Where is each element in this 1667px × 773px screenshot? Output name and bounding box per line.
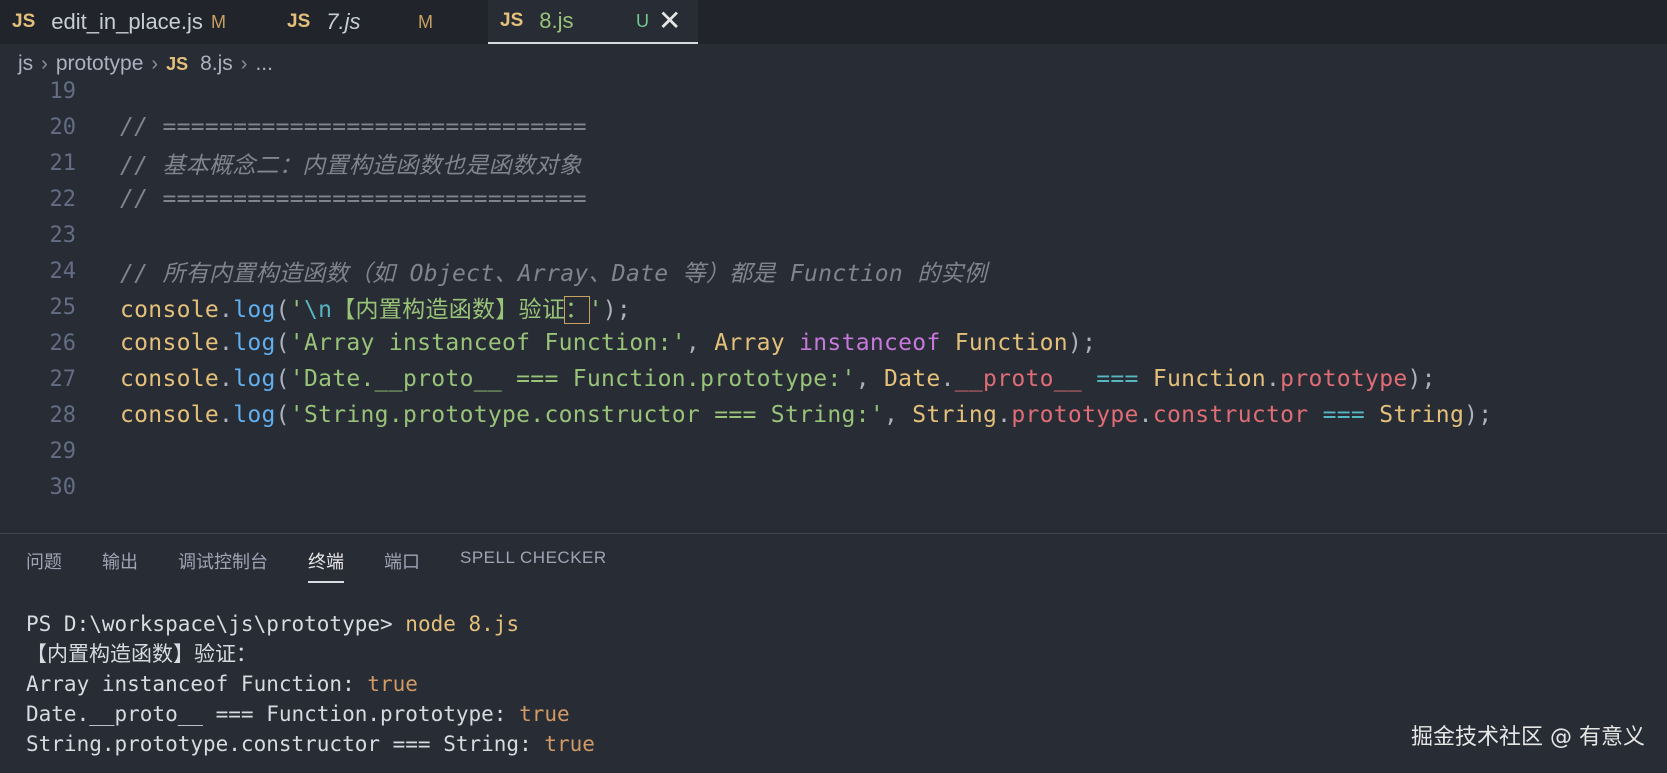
line-number: 23 bbox=[49, 222, 77, 248]
tab-8-js[interactable]: JS 8.js U ✕ bbox=[488, 0, 698, 44]
code-line: 28 console.log('String.prototype.constru… bbox=[0, 396, 1667, 434]
terminal-line: Array instanceof Function: true bbox=[26, 672, 418, 696]
line-number: 25 bbox=[49, 294, 77, 320]
line-number: 30 bbox=[49, 474, 77, 500]
code-line: 29 bbox=[0, 432, 1667, 470]
panel-tab-bar: 问题 输出 调试控制台 终端 端口 SPELL CHECKER bbox=[26, 548, 647, 583]
line-number: 21 bbox=[49, 150, 77, 176]
line-number: 27 bbox=[49, 366, 77, 392]
code-line: 26 console.log('Array instanceof Functio… bbox=[0, 324, 1667, 362]
js-file-icon: JS bbox=[500, 10, 524, 31]
code-statement: console.log('\n【内置构造函数】验证：'); bbox=[120, 296, 632, 324]
terminal-output[interactable]: PS D:\workspace\js\prototype> node 8.js … bbox=[26, 609, 595, 759]
terminal-command-line: PS D:\workspace\js\prototype> node 8.js bbox=[26, 609, 595, 639]
tab-label: edit_in_place.js bbox=[51, 9, 203, 34]
tab-ports[interactable]: 端口 bbox=[384, 548, 420, 583]
code-line: 25 console.log('\n【内置构造函数】验证：'); bbox=[0, 288, 1667, 326]
code-comment: // ============================== bbox=[120, 186, 587, 212]
tab-label: 7.js bbox=[326, 9, 361, 34]
tab-debug-console[interactable]: 调试控制台 bbox=[178, 548, 268, 583]
tab-7-js[interactable]: JS 7.js M bbox=[275, 0, 488, 44]
code-line: 20 // ============================== bbox=[0, 108, 1667, 146]
code-line: 21 // 基本概念二：内置构造函数也是函数对象 bbox=[0, 144, 1667, 182]
line-number: 22 bbox=[49, 186, 77, 212]
js-file-icon: JS bbox=[287, 11, 311, 32]
js-file-icon: JS bbox=[12, 11, 36, 32]
untracked-badge: U bbox=[636, 10, 649, 31]
line-number: 20 bbox=[49, 114, 77, 140]
code-comment: // 所有内置构造函数（如 Object、Array、Date 等）都是 Fun… bbox=[120, 261, 988, 287]
terminal-line: Date.__proto__ === Function.prototype: t… bbox=[26, 702, 570, 726]
editor-tab-bar: JS edit_in_place.js M JS 7.js M JS 8.js … bbox=[0, 0, 1667, 44]
tab-label: 8.js bbox=[539, 8, 574, 33]
terminal-prompt: PS D:\workspace\js\prototype> bbox=[26, 612, 406, 636]
tab-edit-in-place[interactable]: JS edit_in_place.js M bbox=[0, 0, 275, 44]
code-line: 27 console.log('Date.__proto__ === Funct… bbox=[0, 360, 1667, 398]
code-statement: console.log('String.prototype.constructo… bbox=[120, 402, 1493, 428]
code-line: 23 bbox=[0, 216, 1667, 254]
terminal-command: node 8.js bbox=[405, 612, 520, 636]
code-comment: // ============================== bbox=[120, 114, 587, 140]
line-number: 26 bbox=[49, 330, 77, 356]
watermark: 掘金技术社区 @ 有意义 bbox=[1411, 725, 1645, 750]
code-comment: // 基本概念二：内置构造函数也是函数对象 bbox=[120, 153, 582, 179]
tab-output[interactable]: 输出 bbox=[102, 548, 138, 583]
code-editor[interactable]: 19 20 // ============================== … bbox=[0, 72, 1667, 532]
tab-terminal[interactable]: 终端 bbox=[308, 548, 344, 583]
tab-problems[interactable]: 问题 bbox=[26, 548, 62, 583]
line-number: 24 bbox=[49, 258, 77, 284]
code-statement: console.log('Date.__proto__ === Function… bbox=[120, 366, 1436, 392]
code-line: 19 bbox=[0, 72, 1667, 110]
bottom-panel: 问题 输出 调试控制台 终端 端口 SPELL CHECKER PS D:\wo… bbox=[0, 533, 1667, 773]
code-statement: console.log('Array instanceof Function:'… bbox=[120, 330, 1097, 356]
code-line: 24 // 所有内置构造函数（如 Object、Array、Date 等）都是 … bbox=[0, 252, 1667, 290]
line-number: 28 bbox=[49, 402, 77, 428]
code-line: 22 // ============================== bbox=[0, 180, 1667, 218]
tab-spell-checker[interactable]: SPELL CHECKER bbox=[460, 548, 607, 583]
code-line: 30 bbox=[0, 468, 1667, 506]
close-icon[interactable]: ✕ bbox=[658, 4, 681, 37]
terminal-line: String.prototype.constructor === String:… bbox=[26, 732, 595, 756]
terminal-line: 【内置构造函数】验证： bbox=[26, 642, 257, 666]
modified-badge: M bbox=[211, 11, 226, 32]
text-cursor: ： bbox=[564, 296, 590, 324]
line-number: 19 bbox=[49, 78, 77, 104]
line-number: 29 bbox=[49, 438, 77, 464]
modified-badge: M bbox=[418, 11, 433, 32]
